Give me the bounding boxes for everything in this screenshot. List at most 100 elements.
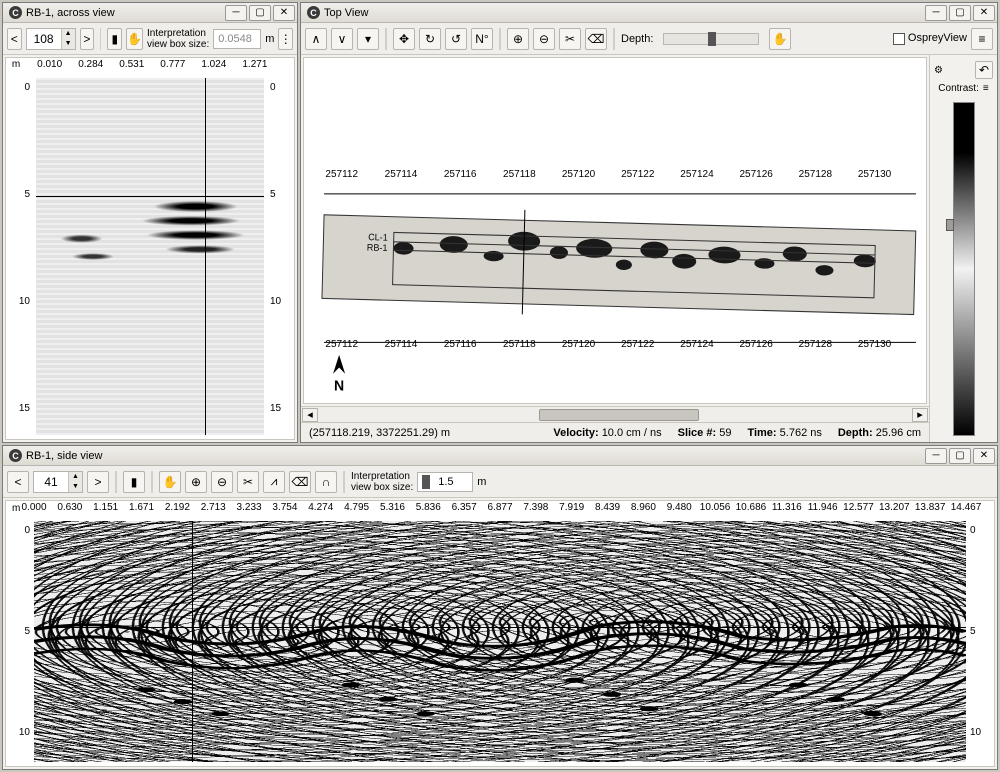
x-tick: 0.777: [160, 59, 185, 70]
y-tick: 0: [24, 82, 36, 93]
x-tick: 13.207: [879, 502, 910, 513]
arrow-down-button[interactable]: ∨: [331, 28, 353, 50]
y-tick: 10: [264, 296, 281, 307]
pan-tool-button[interactable]: ✋: [159, 471, 181, 493]
next-button[interactable]: >: [87, 471, 109, 493]
prev-button[interactable]: <: [7, 471, 29, 493]
zoom-out-button[interactable]: ⊖: [211, 471, 233, 493]
topview-hscroll[interactable]: ◂ ▸: [301, 406, 929, 422]
scroll-right-icon[interactable]: ▸: [912, 408, 928, 422]
maximize-button[interactable]: ▢: [949, 5, 971, 21]
menu-button[interactable]: ≡: [971, 28, 993, 50]
rotate-ccw-button[interactable]: ↺: [445, 28, 467, 50]
close-button[interactable]: ✕: [273, 5, 295, 21]
maximize-button[interactable]: ▢: [249, 5, 271, 21]
x-tick: 257114: [385, 169, 418, 180]
across-titlebar: C RB-1, across view ─ ▢ ✕: [3, 3, 297, 23]
across-radargram[interactable]: [36, 78, 264, 435]
depth-label: Depth:: [621, 33, 653, 45]
x-tick: 4.274: [308, 502, 333, 513]
depth-slider[interactable]: [663, 33, 759, 45]
spinner-down-icon[interactable]: ▼: [61, 39, 75, 49]
scroll-left-icon[interactable]: ◂: [302, 408, 318, 422]
sideview-viewport[interactable]: 0.0000.6301.1511.6712.1922.7133.2333.754…: [5, 500, 995, 767]
across-viewport[interactable]: m 0.010 0.284 0.531 0.777 1.024 1.271 0 …: [5, 57, 295, 440]
slider-button[interactable]: ▮: [107, 28, 122, 50]
x-tick: 5.316: [380, 502, 405, 513]
view-box-size-input[interactable]: [434, 474, 468, 490]
spinner-up-icon[interactable]: ▲: [68, 472, 82, 482]
x-tick: 0.531: [119, 59, 144, 70]
north-align-button[interactable]: N°: [471, 28, 493, 50]
more-button[interactable]: ⋮: [278, 28, 293, 50]
pick-tool-button[interactable]: ⩘: [263, 471, 285, 493]
contrast-slider-thumb[interactable]: [946, 219, 954, 231]
undo-icon: ↶: [979, 63, 989, 77]
minimize-button[interactable]: ─: [225, 5, 247, 21]
hyperbola-tool-button[interactable]: ∩: [315, 471, 337, 493]
osprey-toggle[interactable]: OspreyView: [893, 32, 967, 44]
arrow-up-button[interactable]: ∧: [305, 28, 327, 50]
zoom-in-icon: ⊕: [513, 32, 523, 46]
x-tick: 4.795: [344, 502, 369, 513]
sideview-index-input[interactable]: [34, 472, 68, 492]
sideview-radargram[interactable]: [34, 521, 966, 762]
crosshair-horizontal: [34, 627, 966, 628]
contrast-label: Contrast:: [938, 83, 979, 94]
across-title: RB-1, across view: [26, 7, 225, 19]
x-tick: 257118: [503, 339, 536, 350]
erase-tool-button[interactable]: ⌫: [289, 471, 311, 493]
sideview-title: RB-1, side view: [26, 450, 925, 462]
pan-tool-button[interactable]: ✋: [126, 28, 143, 50]
erase-tool-button[interactable]: ⌫: [585, 28, 607, 50]
close-button[interactable]: ✕: [973, 448, 995, 464]
crosshair-vertical: [205, 78, 206, 435]
x-tick: 10.686: [736, 502, 767, 513]
across-index-input[interactable]: [27, 29, 61, 49]
maximize-button[interactable]: ▢: [949, 448, 971, 464]
x-tick: 11.316: [772, 502, 802, 513]
slider-button[interactable]: ▮: [123, 471, 145, 493]
x-tick: 2.713: [201, 502, 226, 513]
minimize-button[interactable]: ─: [925, 5, 947, 21]
close-button[interactable]: ✕: [973, 5, 995, 21]
view-box-size-input[interactable]: [213, 29, 261, 49]
spinner-down-icon[interactable]: ▼: [68, 482, 82, 492]
x-tick: 257130: [858, 339, 891, 350]
zoom-out-icon: ⊖: [217, 475, 227, 489]
side-view-panel: C RB-1, side view ─ ▢ ✕ < ▲ ▼ > ▮ ✋ ⊕: [2, 445, 998, 770]
cut-tool-button[interactable]: ✂: [237, 471, 259, 493]
move-icon: ✥: [399, 32, 409, 46]
sideview-index-spinner[interactable]: ▲ ▼: [33, 471, 83, 493]
across-index-spinner[interactable]: ▲ ▼: [26, 28, 76, 50]
zoom-out-button[interactable]: ⊖: [533, 28, 555, 50]
spinner-up-icon[interactable]: ▲: [61, 29, 75, 39]
x-tick: 257124: [680, 339, 713, 350]
layers-down-button[interactable]: ▾: [357, 28, 379, 50]
topview-viewport[interactable]: CL-1 RB-1 N 257112: [303, 57, 927, 404]
x-tick: 2.192: [165, 502, 190, 513]
next-button[interactable]: >: [80, 28, 95, 50]
svg-text:CL-1: CL-1: [368, 232, 388, 243]
x-tick: 14.467: [951, 502, 982, 513]
zoom-out-icon: ⊖: [539, 32, 549, 46]
x-tick: 12.577: [843, 502, 874, 513]
pan-tool-button[interactable]: ✋: [769, 28, 791, 50]
x-tick: 257118: [503, 169, 536, 180]
x-tick: 257126: [739, 169, 772, 180]
minimize-button[interactable]: ─: [925, 448, 947, 464]
prev-button[interactable]: <: [7, 28, 22, 50]
x-tick: 11.946: [808, 502, 838, 513]
menu-icon: ≡: [978, 32, 985, 46]
crop-tool-button[interactable]: ✂: [559, 28, 581, 50]
rotate-cw-button[interactable]: ↻: [419, 28, 441, 50]
sideview-toolbar: < ▲ ▼ > ▮ ✋ ⊕ ⊖ ✂ ⩘ ⌫ ∩ Interpretation v…: [3, 466, 997, 498]
compass-icon: N°: [475, 32, 488, 46]
hand-icon: ✋: [773, 32, 788, 46]
zoom-in-button[interactable]: ⊕: [185, 471, 207, 493]
undo-button[interactable]: ↶: [975, 61, 993, 79]
contrast-colorbar[interactable]: [953, 102, 975, 436]
scroll-thumb[interactable]: [539, 409, 699, 421]
zoom-in-button[interactable]: ⊕: [507, 28, 529, 50]
move-tool-button[interactable]: ✥: [393, 28, 415, 50]
